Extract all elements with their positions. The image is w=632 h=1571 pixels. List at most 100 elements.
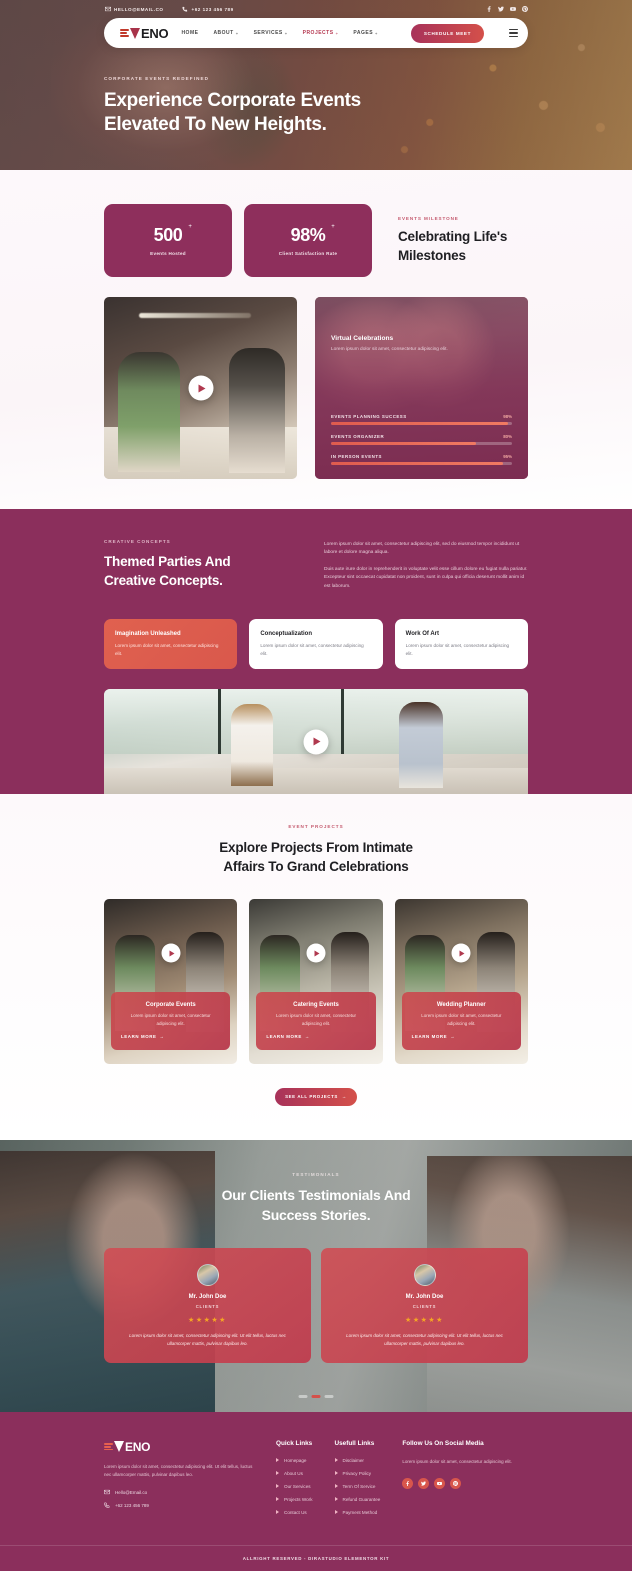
hamburger-menu-icon[interactable] — [509, 29, 518, 37]
testimonial-name: Mr. John Doe — [405, 1293, 444, 1300]
twitter-icon[interactable] — [418, 1477, 430, 1489]
testimonial-card: Mr. John Doe CLIENTS ★★★★★ Lorem ipsum d… — [104, 1247, 311, 1363]
nav-item-services[interactable]: SERVICES + — [254, 30, 288, 36]
nav-item-about-label: ABOUT — [213, 30, 234, 36]
play-button-icon[interactable] — [306, 943, 326, 963]
milestone-text: EVENTS MILESTONE Celebrating Life's Mile… — [398, 216, 507, 265]
footer-link-term-of-service[interactable]: Term Of Service — [335, 1484, 381, 1489]
play-button-icon[interactable] — [451, 943, 471, 963]
stat-card-events-hosted: 500 + Events Hosted — [104, 204, 232, 277]
project-learn-more-link[interactable]: LEARN MORE → — [266, 1034, 365, 1039]
progress-bar-in-person: IN PERSON EVENTS 95% — [331, 454, 512, 465]
twitter-icon[interactable] — [498, 6, 504, 13]
hero-title-line2: Elevated To New Heights. — [104, 114, 327, 136]
creative-card-conceptualization[interactable]: Conceptualization Lorem ipsum dolor sit … — [249, 618, 383, 670]
progress-bar-label: IN PERSON EVENTS — [331, 453, 382, 459]
carousel-dot-active[interactable] — [311, 1395, 321, 1398]
testimonials-title: Our Clients Testimonials And Success Sto… — [104, 1186, 528, 1226]
testimonial-role: CLIENTS — [195, 1303, 220, 1309]
projects-section: EVENT PROJECTS Explore Projects From Int… — [0, 794, 632, 1140]
footer-link-payment-method[interactable]: Payment Method — [335, 1510, 381, 1515]
topbar-phone[interactable]: +62 123 456 789 — [182, 6, 234, 13]
carousel-dot[interactable] — [298, 1395, 308, 1398]
progress-bar-percent: 98% — [503, 413, 512, 419]
footer-email-text: Hello@Email.co — [115, 1489, 148, 1495]
play-button-icon[interactable] — [161, 943, 181, 963]
milestone-title: Celebrating Life's Milestones — [398, 228, 507, 265]
creative-paragraph-2: Duis aute irure dolor in reprehenderit i… — [324, 566, 528, 589]
stat-suffix: + — [188, 224, 192, 230]
footer-logo[interactable]: ENO — [104, 1440, 254, 1454]
nav-item-about[interactable]: ABOUT + — [213, 30, 238, 36]
logo-mark-icon — [104, 1441, 125, 1453]
footer-link-label: Payment Method — [342, 1509, 378, 1515]
arrow-right-icon: → — [450, 1033, 456, 1039]
project-text: Lorem ipsum dolor sit amet, consectetur … — [130, 1013, 211, 1026]
footer-link-our-services[interactable]: Our Services — [276, 1484, 313, 1489]
creative-card-imagination[interactable]: Imagination Unleashed Lorem ipsum dolor … — [104, 618, 238, 670]
creative-eyebrow: CREATIVE CONCEPTS — [104, 539, 171, 544]
project-title: Catering Events — [293, 1002, 339, 1009]
creative-card-work-of-art[interactable]: Work Of Art Lorem ipsum dolor sit amet, … — [394, 618, 528, 670]
play-button-icon[interactable] — [188, 375, 213, 401]
footer-email[interactable]: Hello@Email.co — [104, 1489, 254, 1495]
footer-quick-links-column: Quick Links Homepage About Us Our Servic… — [276, 1440, 313, 1523]
nav-item-projects[interactable]: PROJECTS + — [303, 30, 339, 36]
projects-title: Explore Projects From Intimate Affairs T… — [104, 839, 528, 877]
topbar-email[interactable]: HELLO@EMAIL.CO — [104, 6, 164, 13]
topbar-email-text: HELLO@EMAIL.CO — [114, 6, 164, 12]
footer-link-homepage[interactable]: Homepage — [276, 1458, 313, 1463]
envelope-icon — [104, 6, 111, 13]
project-card-catering-events[interactable]: Catering Events Lorem ipsum dolor sit am… — [249, 898, 383, 1064]
project-card-wedding-planner[interactable]: Wedding Planner Lorem ipsum dolor sit am… — [394, 898, 528, 1064]
rating-stars: ★★★★★ — [188, 1316, 227, 1324]
creative-card-list: Imagination Unleashed Lorem ipsum dolor … — [104, 618, 528, 670]
progress-bar-fill — [331, 442, 476, 445]
hero-title: Experience Corporate Events Elevated To … — [104, 89, 528, 138]
progress-bar-list: EVENTS PLANNING SUCCESS 98% EVENTS ORGAN… — [331, 414, 512, 465]
pinterest-icon[interactable] — [522, 5, 528, 13]
project-learn-more-link[interactable]: LEARN MORE → — [412, 1034, 511, 1039]
projects-title-line1: Explore Projects From Intimate — [219, 840, 413, 856]
footer-link-label: Our Services — [284, 1483, 311, 1489]
project-title: Wedding Planner — [436, 1002, 486, 1009]
creative-video-thumbnail[interactable] — [104, 689, 528, 795]
footer-social-text: Lorem ipsum dolor sit amet, consectetur … — [402, 1458, 512, 1464]
facebook-icon[interactable] — [486, 5, 492, 13]
creative-card-text: Lorem ipsum dolor sit amet, consectetur … — [405, 642, 510, 656]
footer-link-privacy-policy[interactable]: Privacy Policy — [335, 1471, 381, 1476]
pinterest-icon[interactable] — [450, 1477, 462, 1489]
nav-item-services-label: SERVICES — [253, 30, 283, 36]
nav-item-pages[interactable]: PAGES + — [353, 30, 377, 36]
carousel-pagination[interactable] — [298, 1395, 334, 1398]
navbar-wrapper: ENO HOME ABOUT + SERVICES + PROJECTS + PAGE… — [0, 18, 632, 48]
footer-link-projects-work[interactable]: Projects Work — [276, 1497, 313, 1502]
progress-bar-label: EVENTS PLANNING SUCCESS — [331, 413, 407, 419]
milestone-video-thumbnail[interactable] — [104, 297, 297, 479]
logo[interactable]: ENO — [120, 26, 169, 41]
window-mullion-decor — [218, 689, 222, 755]
footer-link-contact-us[interactable]: Contact Us — [276, 1510, 313, 1515]
nav-item-home[interactable]: HOME — [181, 30, 198, 36]
project-card-corporate-events[interactable]: Corporate Events Lorem ipsum dolor sit a… — [104, 898, 238, 1064]
phone-icon — [182, 6, 189, 13]
footer-link-label: About Us — [284, 1470, 303, 1476]
youtube-icon[interactable] — [434, 1477, 446, 1489]
footer-link-about-us[interactable]: About Us — [276, 1471, 313, 1476]
facebook-icon[interactable] — [402, 1477, 414, 1489]
footer-link-label: Homepage — [284, 1457, 307, 1463]
avatar — [413, 1263, 436, 1286]
footer-link-disclaimer[interactable]: Disclaimer — [335, 1458, 381, 1463]
schedule-meet-button[interactable]: SCHEDULE MEET — [410, 23, 484, 43]
carousel-dot[interactable] — [324, 1395, 334, 1398]
milestone-title-line1: Celebrating Life's — [398, 229, 508, 245]
creative-paragraph-1: Lorem ipsum dolor sit amet, consectetur … — [324, 542, 520, 556]
project-learn-more-link[interactable]: LEARN MORE → — [121, 1034, 220, 1039]
footer-phone[interactable]: +62 123 456 789 — [104, 1502, 254, 1509]
youtube-icon[interactable] — [510, 6, 516, 13]
footer-link-refund-guarantee[interactable]: Refund Guarantee — [335, 1497, 381, 1502]
see-all-projects-button[interactable]: SEE ALL PROJECTS → — [275, 1087, 357, 1106]
footer-social-column: Follow Us On Social Media Lorem ipsum do… — [402, 1440, 512, 1523]
stat-value: 500 + — [154, 224, 192, 246]
play-button-icon[interactable] — [303, 729, 329, 755]
